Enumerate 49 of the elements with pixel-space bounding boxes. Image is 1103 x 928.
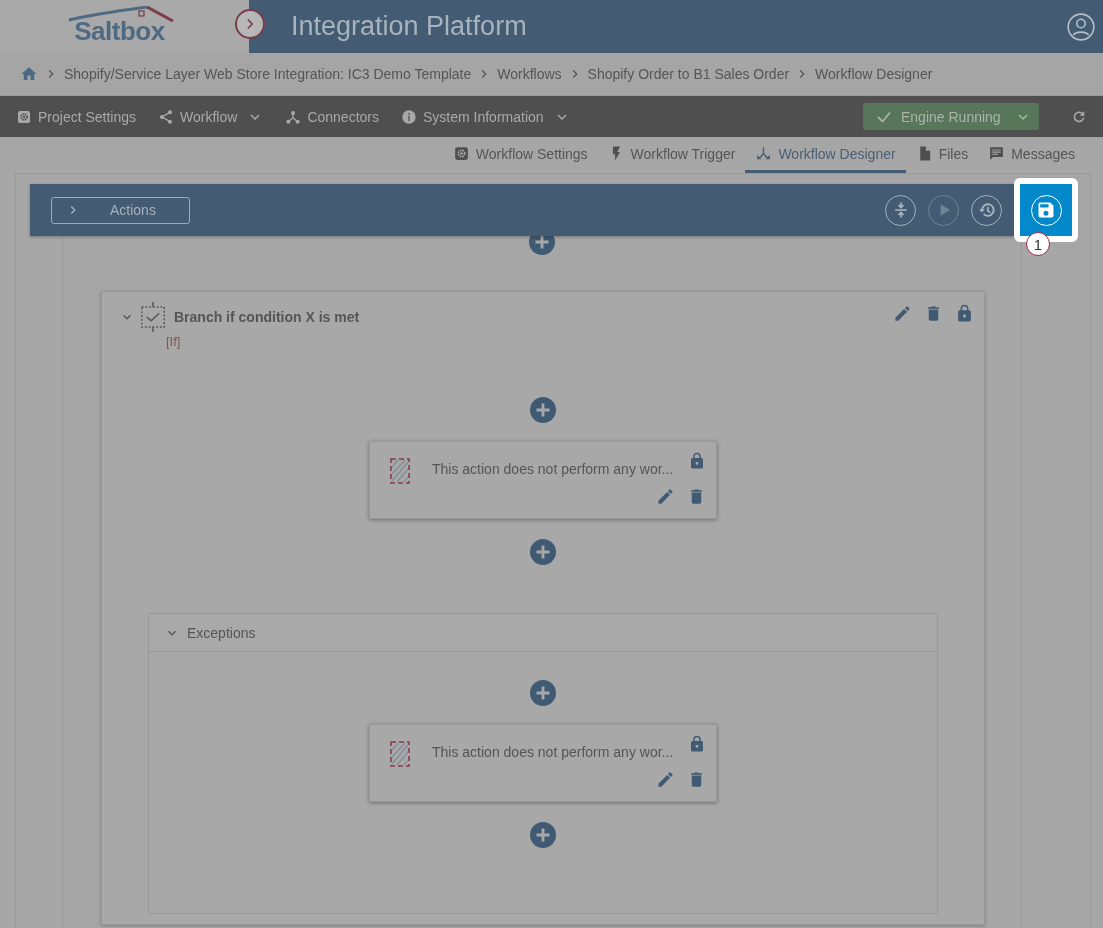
edit-button[interactable] xyxy=(893,304,912,323)
tab[interactable]: Workflow Trigger xyxy=(597,137,746,173)
condition-icon xyxy=(138,302,168,332)
lock-icon xyxy=(955,304,974,323)
tab[interactable]: Workflow Designer xyxy=(745,137,906,173)
breadcrumb-link[interactable]: Workflows xyxy=(497,66,562,82)
refresh-icon[interactable] xyxy=(1071,108,1087,125)
add-step-icon[interactable] xyxy=(530,397,556,423)
add-step-icon[interactable] xyxy=(530,539,556,565)
tab[interactable]: Messages xyxy=(978,137,1085,173)
menu-item[interactable]: Connectors xyxy=(285,108,379,125)
home-icon[interactable] xyxy=(20,65,38,83)
gear-icon xyxy=(452,145,470,162)
actions-toggle-button[interactable]: Actions xyxy=(51,196,190,224)
action-description: This action does not perform any wor... xyxy=(432,461,674,477)
gear-icon xyxy=(16,108,32,125)
menu-item[interactable]: Workflow xyxy=(158,108,264,125)
branch-title: Branch if condition X is met xyxy=(174,309,360,325)
breadcrumb-link[interactable]: Shopify Order to B1 Sales Order xyxy=(587,66,790,82)
engine-status-button[interactable]: Engine Running xyxy=(863,103,1039,130)
placeholder-action-icon xyxy=(388,457,412,485)
edit-button[interactable] xyxy=(656,487,675,506)
edit-button[interactable] xyxy=(656,770,675,789)
lock-icon xyxy=(688,452,706,470)
nodes-icon xyxy=(285,108,302,125)
lock-icon xyxy=(688,735,706,753)
step-badge: 1 xyxy=(1026,232,1050,256)
history-icon xyxy=(976,200,997,220)
menu-item[interactable]: System Information xyxy=(400,108,570,125)
share-icon xyxy=(158,108,175,125)
tab[interactable]: Files xyxy=(905,137,979,173)
menu-item[interactable]: Project Settings xyxy=(16,108,137,125)
fork-arrows-icon xyxy=(755,145,773,162)
breadcrumb-link[interactable]: Shopify/Service Layer Web Store Integration: IC3 Demo Template xyxy=(64,66,472,82)
action-description: This action does not perform any wor... xyxy=(432,744,674,760)
app-title: Integration Platform xyxy=(291,11,527,42)
placeholder-action-icon xyxy=(388,740,412,768)
sidebar-toggle-button[interactable] xyxy=(235,9,265,39)
add-step-icon[interactable] xyxy=(530,822,556,848)
breadcrumb-link[interactable]: Workflow Designer xyxy=(815,66,933,82)
add-step-icon[interactable] xyxy=(529,236,555,255)
save-icon xyxy=(1036,200,1056,220)
tab[interactable]: Workflow Settings xyxy=(442,137,598,173)
info-icon xyxy=(400,108,417,125)
user-icon xyxy=(1067,12,1095,41)
message-icon xyxy=(988,145,1006,162)
branch-type-label: [If] xyxy=(166,334,182,349)
add-step-icon[interactable] xyxy=(530,680,556,706)
logo-text: Saltbox xyxy=(74,16,165,47)
